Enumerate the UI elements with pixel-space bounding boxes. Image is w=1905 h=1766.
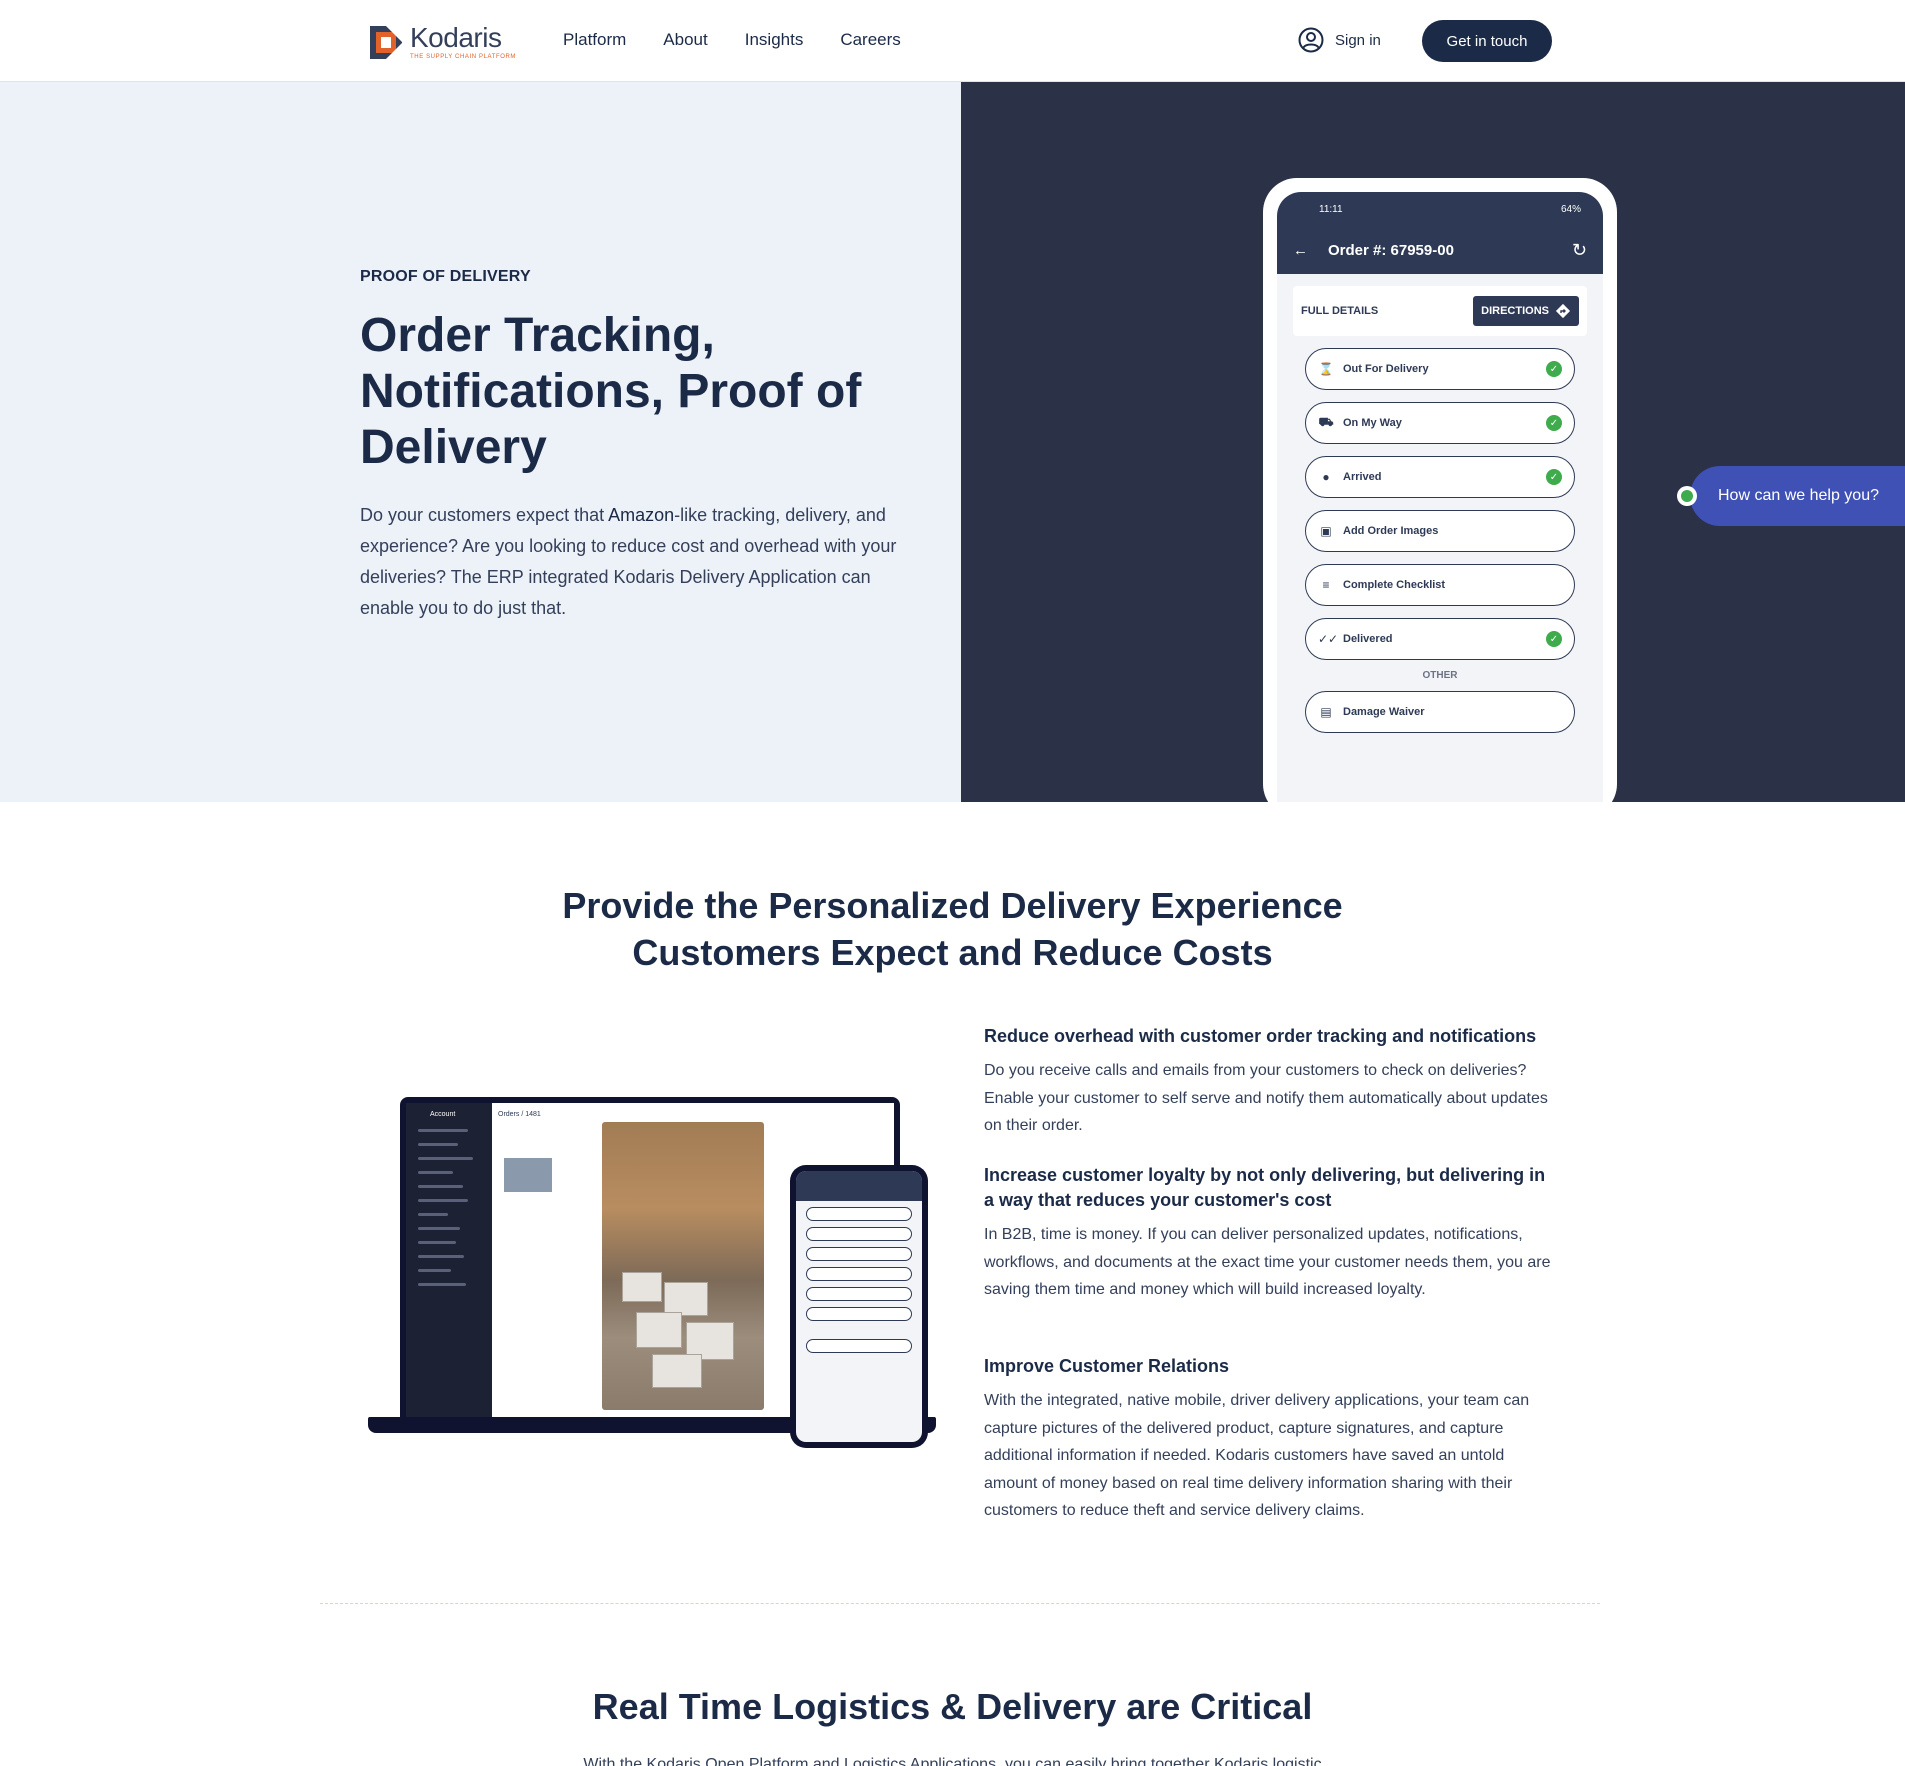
step-damage-waiver[interactable]: ▤ Damage Waiver: [1305, 691, 1575, 733]
camera-icon: ▣: [1320, 524, 1332, 538]
feature-heading: Improve Customer Relations: [984, 1356, 1230, 1376]
laptop-sidebar: Account: [406, 1103, 492, 1420]
hero-eyebrow: PROOF OF DELIVERY: [360, 268, 531, 285]
feature-customer-loyalty: Increase customer loyalty by not only de…: [984, 1163, 1560, 1304]
chat-widget-button[interactable]: How can we help you?: [1690, 466, 1905, 526]
clipboard-icon: ▤: [1320, 705, 1332, 719]
section-title-personalized: Provide the Personalized Delivery Experi…: [562, 885, 1343, 973]
check-icon: ✓: [1546, 631, 1562, 647]
nav-about[interactable]: About: [663, 30, 707, 50]
directions-icon: [1555, 303, 1571, 319]
nav-careers[interactable]: Careers: [840, 30, 900, 50]
sign-in-link[interactable]: Sign in: [1298, 27, 1381, 53]
order-image-thumbnail: [504, 1158, 552, 1192]
step-delivered[interactable]: ✓✓ Delivered ✓: [1305, 618, 1575, 660]
nav-platform[interactable]: Platform: [563, 30, 626, 50]
directions-button[interactable]: DIRECTIONS: [1473, 296, 1579, 326]
feature-heading: Reduce overhead with customer order trac…: [984, 1026, 1537, 1046]
check-icon: ✓: [1546, 469, 1562, 485]
laptop-phone-illustration: Account Orders / 1481: [368, 1097, 938, 1449]
phone-details-card: FULL DETAILS DIRECTIONS: [1293, 286, 1587, 336]
hero-description: Do your customers expect that Amazon-lik…: [360, 500, 905, 624]
hero-desc-pre: Do your customers expect that: [360, 505, 609, 525]
kodaris-logo[interactable]: Kodaris THE SUPPLY CHAIN PLATFORM: [370, 24, 516, 61]
phone-battery: 64%: [1560, 203, 1581, 215]
section-intro: With the Kodaris Open Platform and Logis…: [583, 1756, 1322, 1766]
checklist-icon: ≡: [1322, 578, 1330, 592]
phone-mockup: 11:11 64% ← Order #: 67959-00 ↻ FULL DET…: [1263, 178, 1617, 802]
user-circle-icon: [1298, 27, 1324, 53]
feature-customer-relations: Improve Customer Relations With the inte…: [984, 1354, 1560, 1525]
section-title-logistics: Real Time Logistics & Delivery are Criti…: [592, 1686, 1313, 1727]
hero-title: Order Tracking, Notifications, Proof of …: [360, 309, 862, 474]
phone-app-bar: ← Order #: 67959-00 ↻: [1277, 226, 1603, 274]
logo-tagline: THE SUPPLY CHAIN PLATFORM: [410, 54, 517, 60]
check-icon: ✓: [1546, 361, 1562, 377]
main-nav: Platform About Insights Careers: [563, 30, 901, 50]
step-arrived[interactable]: ● Arrived ✓: [1305, 456, 1575, 498]
pin-icon: ●: [1322, 470, 1330, 484]
delivery-photo: [602, 1122, 764, 1410]
step-on-my-way[interactable]: ⛟ On My Way ✓: [1305, 402, 1575, 444]
step-out-for-delivery[interactable]: ⌛ Out For Delivery ✓: [1305, 348, 1575, 390]
check-icon: ✓: [1546, 415, 1562, 431]
feature-body: Do you receive calls and emails from you…: [984, 1062, 1548, 1134]
mini-phone-mockup: [790, 1165, 928, 1448]
order-title: Order #: 67959-00: [1328, 241, 1454, 259]
section-divider: [320, 1603, 1600, 1604]
feature-heading: Increase customer loyalty by not only de…: [984, 1165, 1546, 1210]
hero-desc-amazon: Amazon: [608, 505, 675, 525]
laptop-breadcrumb: Orders / 1481: [498, 1111, 541, 1118]
feature-order-tracking: Reduce overhead with customer order trac…: [984, 1024, 1560, 1140]
phone-status-bar: 11:11 64%: [1277, 192, 1603, 226]
hourglass-icon: ⌛: [1318, 362, 1334, 376]
get-in-touch-button[interactable]: Get in touch: [1422, 20, 1552, 62]
step-add-order-images[interactable]: ▣ Add Order Images: [1305, 510, 1575, 552]
nav-insights[interactable]: Insights: [745, 30, 804, 50]
kodaris-logo-icon: [370, 26, 402, 59]
full-details-link[interactable]: FULL DETAILS: [1301, 305, 1378, 317]
sign-in-label: Sign in: [1335, 31, 1381, 49]
feature-body: In B2B, time is money. If you can delive…: [984, 1226, 1551, 1298]
site-header: Kodaris THE SUPPLY CHAIN PLATFORM Platfo…: [0, 0, 1905, 82]
delivery-steps: ⌛ Out For Delivery ✓ ⛟ On My Way ✓ ● Arr…: [1277, 336, 1603, 733]
other-label: OTHER: [1422, 670, 1458, 681]
step-complete-checklist[interactable]: ≡ Complete Checklist: [1305, 564, 1575, 606]
chat-online-icon: [1677, 486, 1697, 506]
truck-icon: ⛟: [1318, 415, 1334, 429]
hero-image-panel: 11:11 64% ← Order #: 67959-00 ↻ FULL DET…: [961, 82, 1905, 802]
logo-name: Kodaris: [410, 22, 502, 53]
back-arrow-icon[interactable]: ←: [1293, 242, 1308, 259]
phone-time: 11:11: [1319, 203, 1343, 215]
feature-body: With the integrated, native mobile, driv…: [984, 1392, 1530, 1519]
laptop-account-label: Account: [430, 1111, 456, 1118]
refresh-icon[interactable]: ↻: [1572, 240, 1587, 261]
double-check-icon: ✓✓: [1318, 632, 1339, 646]
